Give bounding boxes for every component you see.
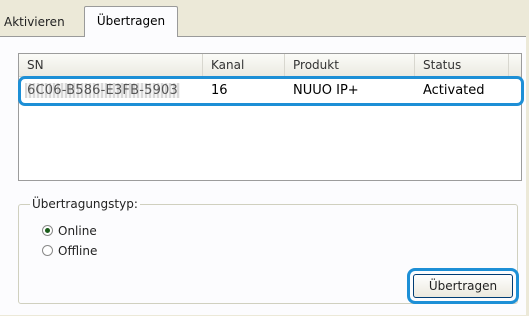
tab-aktivieren[interactable]: Aktivieren (2, 10, 84, 34)
column-header-sn[interactable]: SN (19, 54, 203, 76)
tab-strip: Aktivieren Übertragen (0, 0, 529, 38)
radio-checked-icon (42, 225, 53, 236)
transfer-button-highlight: Übertragen (407, 268, 519, 304)
column-header-status[interactable]: Status (415, 54, 509, 76)
group-title: Übertragungstyp: (30, 196, 140, 212)
radio-offline-label: Offline (58, 244, 98, 258)
radio-online-label: Online (58, 224, 97, 238)
license-list[interactable]: SN Kanal Produkt Status 6C06-B586-E3FB-5… (18, 53, 522, 181)
radio-unchecked-icon (42, 245, 53, 256)
tab-uebertragen[interactable]: Übertragen (84, 6, 178, 37)
radio-online[interactable]: Online (42, 224, 97, 238)
column-header-kanal[interactable]: Kanal (203, 54, 285, 76)
list-header: SN Kanal Produkt Status (19, 54, 521, 77)
row-highlight-outline (18, 76, 524, 106)
transfer-button[interactable]: Übertragen (413, 274, 513, 298)
radio-offline[interactable]: Offline (42, 244, 97, 258)
column-header-produkt[interactable]: Produkt (285, 54, 415, 76)
